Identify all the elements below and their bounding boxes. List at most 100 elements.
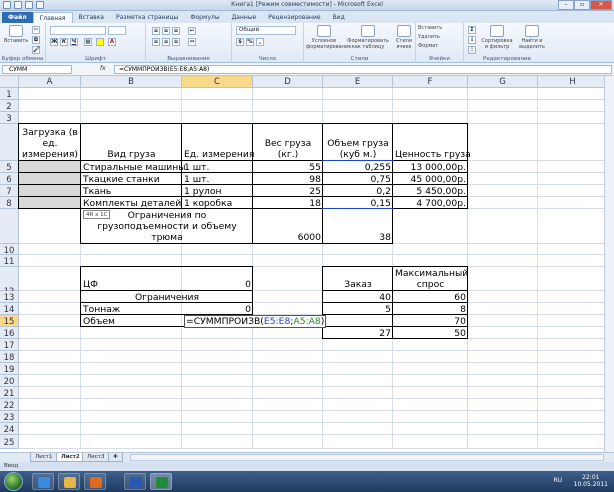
align-top-icon[interactable]: ≡ xyxy=(152,27,160,35)
row-header-21[interactable]: 21 xyxy=(0,387,19,399)
tab-insert[interactable]: Вставка xyxy=(73,12,110,23)
align-right-icon[interactable]: ≡ xyxy=(172,38,180,46)
volume-label[interactable]: Объем xyxy=(83,315,180,327)
row-header-2[interactable]: 2 xyxy=(0,100,19,112)
row-header-15[interactable]: 15 xyxy=(0,315,19,327)
volume-cell[interactable]: 0,255 xyxy=(325,161,391,173)
row-header-9[interactable]: 9 xyxy=(0,209,19,256)
unit-cell[interactable]: 1 коробка xyxy=(184,197,251,209)
clock[interactable]: 22:01 10.05.2011 xyxy=(574,474,608,488)
header-value[interactable]: Ценность груза xyxy=(395,124,471,161)
format-painter-icon[interactable]: 🖌 xyxy=(32,46,40,54)
header-cargo-type[interactable]: Вид груза xyxy=(83,124,180,161)
objective-label[interactable]: ЦФ xyxy=(83,267,180,291)
font-name-select[interactable] xyxy=(50,26,106,35)
column-header-e[interactable]: E xyxy=(323,76,393,88)
order-cell[interactable]: 27 xyxy=(325,327,391,339)
minimize-button[interactable]: – xyxy=(558,0,574,10)
order-cell[interactable]: 5 xyxy=(325,303,391,315)
column-header-d[interactable]: D xyxy=(253,76,323,88)
row-header-6[interactable]: 6 xyxy=(0,173,19,185)
insert-function-button[interactable]: fx xyxy=(100,65,106,72)
tab-formulas[interactable]: Формулы xyxy=(184,12,225,23)
merge-cells-icon[interactable]: ⇔ xyxy=(188,38,196,46)
volume-cell[interactable]: 0,2 xyxy=(325,185,391,197)
constraints-label[interactable]: Ограничения по грузоподъемности и объему… xyxy=(83,209,251,244)
taskbar-excel[interactable] xyxy=(150,473,172,490)
row-header-16[interactable]: 16 xyxy=(0,327,19,339)
sheet-tab-2[interactable]: Лист2 xyxy=(56,453,85,462)
insert-cells-button[interactable]: Вставить xyxy=(418,25,462,31)
value-cell[interactable]: 13 000,00р. xyxy=(395,161,466,173)
cell-styles-button[interactable]: Стили ячеек xyxy=(394,25,414,50)
order-header[interactable]: Заказ xyxy=(325,267,391,291)
row-header-25[interactable]: 25 xyxy=(0,435,19,449)
objective-value[interactable]: 0 xyxy=(184,267,251,291)
row-header-20[interactable]: 20 xyxy=(0,375,19,387)
fill-color-icon[interactable] xyxy=(96,38,104,46)
sort-filter-button[interactable]: Сортировка и фильтр xyxy=(480,25,514,50)
percent-icon[interactable]: % xyxy=(246,38,254,46)
row-header-4[interactable]: 4 xyxy=(0,124,19,174)
input-range-a5-a8[interactable] xyxy=(19,161,81,209)
row-header-22[interactable]: 22 xyxy=(0,399,19,411)
value-cell[interactable]: 5 450,00р. xyxy=(395,185,466,197)
close-button[interactable]: ✕ xyxy=(590,0,612,10)
conditional-formatting-button[interactable]: Условное форматирование xyxy=(306,25,351,50)
demand-cell[interactable]: 70 xyxy=(395,315,466,327)
currency-icon[interactable]: $ xyxy=(236,38,244,46)
find-select-button[interactable]: Найти и выделить xyxy=(516,25,548,50)
tab-view[interactable]: Вид xyxy=(327,12,351,23)
bold-icon[interactable]: Ж xyxy=(50,38,58,46)
delete-cells-button[interactable]: Удалить xyxy=(418,34,462,40)
row-header-11[interactable]: 11 xyxy=(0,255,19,267)
weight-cell[interactable]: 25 xyxy=(255,185,321,197)
value-cell[interactable]: 4 700,00р. xyxy=(395,197,466,209)
tab-home[interactable]: Главная xyxy=(32,12,73,23)
taskbar-ie[interactable] xyxy=(32,473,54,490)
tab-data[interactable]: Данные xyxy=(226,12,263,23)
wrap-text-icon[interactable]: ↵ xyxy=(188,27,196,35)
cargo-name-cell[interactable]: Ткань xyxy=(83,185,180,197)
underline-icon[interactable]: Ч xyxy=(70,38,78,46)
sheet-tab-3[interactable]: Лист3 xyxy=(82,453,110,462)
row-header-12[interactable]: 12 xyxy=(0,267,19,297)
unit-cell[interactable]: 1 шт. xyxy=(184,161,251,173)
row-header-24[interactable]: 24 xyxy=(0,423,19,435)
column-header-a[interactable]: A xyxy=(19,76,81,88)
row-header-19[interactable]: 19 xyxy=(0,363,19,375)
tab-page-layout[interactable]: Разметка страницы xyxy=(110,12,184,23)
font-color-icon[interactable]: A xyxy=(108,38,116,46)
horizontal-scrollbar[interactable] xyxy=(130,454,604,461)
copy-icon[interactable]: ⧉ xyxy=(32,36,40,44)
unit-cell[interactable]: 1 шт. xyxy=(184,173,251,185)
column-header-g[interactable]: G xyxy=(468,76,538,88)
taskbar-explorer[interactable] xyxy=(58,473,80,490)
taskbar-word[interactable] xyxy=(124,473,146,490)
volume-formula-editor[interactable]: =СУММПРОИЗВ(E5:E8;A5:A8) xyxy=(184,315,391,328)
header-volume[interactable]: Объем груза (куб м.) xyxy=(325,124,391,161)
language-indicator[interactable]: RU xyxy=(553,477,562,484)
row-header-5[interactable]: 5 xyxy=(0,161,19,173)
tab-file[interactable]: Файл xyxy=(2,12,33,23)
tonnage-label[interactable]: Тоннаж xyxy=(83,303,180,315)
name-box[interactable]: СУММ xyxy=(2,65,72,74)
row-header-18[interactable]: 18 xyxy=(0,351,19,363)
borders-icon[interactable]: ▦ xyxy=(84,38,92,46)
tab-review[interactable]: Рецензирование xyxy=(262,12,326,23)
font-size-select[interactable] xyxy=(108,26,126,35)
taskbar-media[interactable] xyxy=(84,473,106,490)
worksheet-grid[interactable]: ABCDEFGHI1234567891011121314151617181920… xyxy=(0,76,614,452)
row-header-1[interactable]: 1 xyxy=(0,88,19,100)
formula-input[interactable]: =СУММПРОИЗВ(E5:E8;A5:A8) xyxy=(114,65,612,74)
format-cells-button[interactable]: Формат xyxy=(418,43,462,49)
cut-icon[interactable]: ✂ xyxy=(32,26,40,34)
demand-cell[interactable]: 50 xyxy=(395,327,466,339)
select-all-corner[interactable] xyxy=(0,76,19,88)
demand-cell[interactable]: 60 xyxy=(395,291,466,303)
volume-cell[interactable]: 0,15 xyxy=(325,197,391,209)
order-cell[interactable]: 40 xyxy=(325,291,391,303)
fill-icon[interactable]: ↓ xyxy=(468,36,476,44)
weight-capacity-cell[interactable]: 6000 xyxy=(255,209,321,244)
tonnage-value[interactable]: 0 xyxy=(184,303,251,315)
